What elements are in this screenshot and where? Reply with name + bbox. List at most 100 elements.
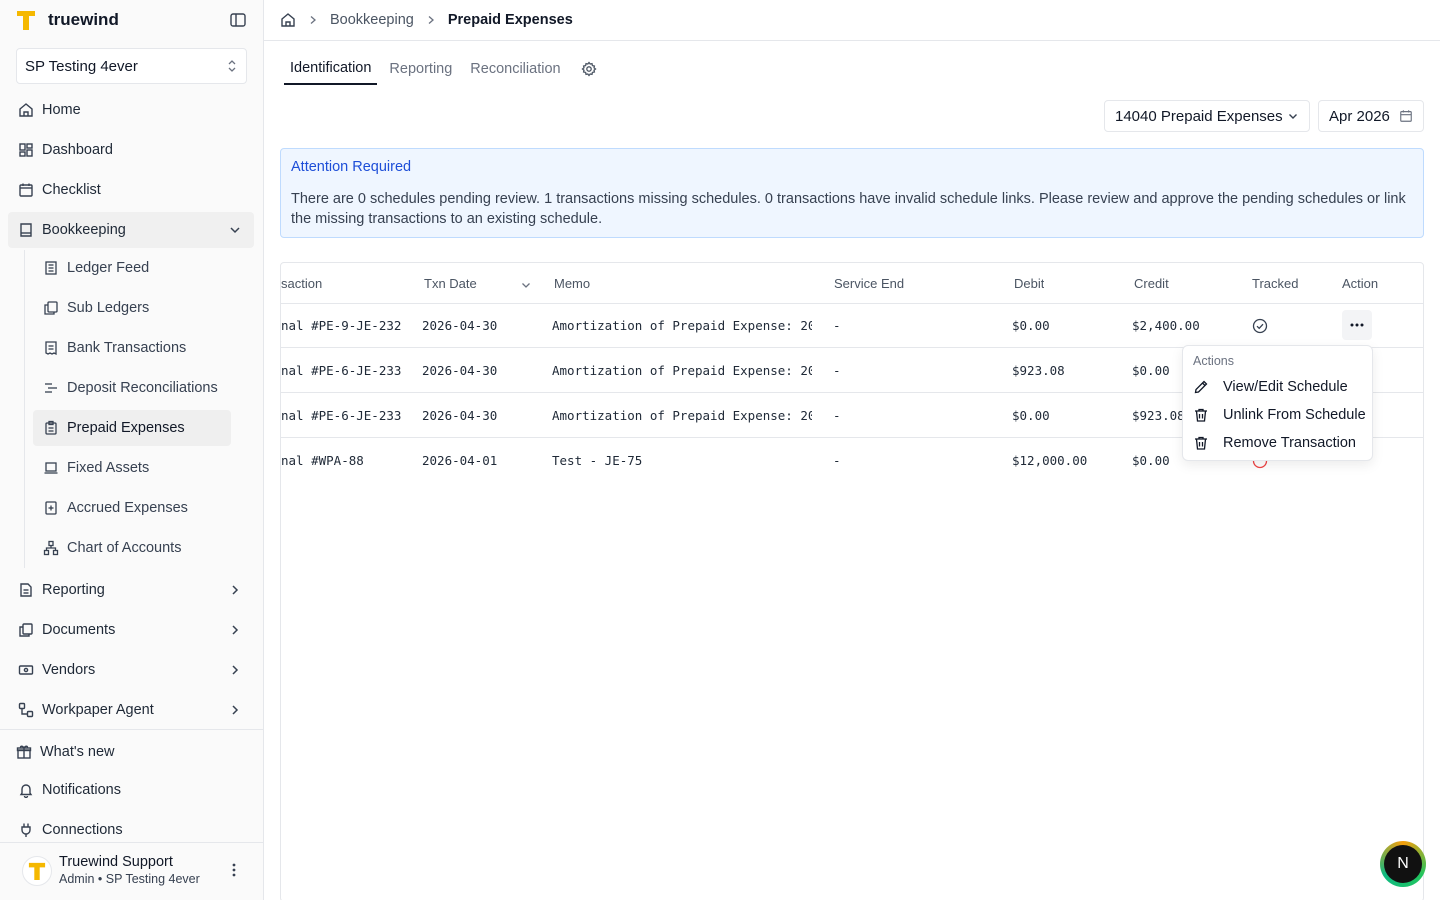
nav-documents[interactable]: Documents [8, 612, 254, 648]
brand-name: truewind [48, 10, 119, 29]
cell-transaction[interactable]: nal #PE-6-JE-233 [281, 408, 411, 423]
column-header-service-end[interactable]: Service End [834, 276, 904, 291]
assistant-launcher-button[interactable]: N [1380, 841, 1426, 887]
bell-icon [18, 782, 34, 798]
nav-connections-label: Connections [42, 822, 123, 838]
account-select-value: 14040 Prepaid Expenses [1115, 107, 1283, 125]
trash-icon [1195, 408, 1207, 422]
home-icon [18, 102, 34, 118]
subnav-guide-line [24, 250, 25, 568]
nav-vendors-label: Vendors [42, 662, 96, 678]
menu-item-remove-label: Remove Transaction [1223, 435, 1356, 451]
cell-transaction[interactable]: nal #PE-6-JE-233 [281, 363, 411, 378]
cell-credit: $923.08 [1132, 408, 1185, 423]
cell-txn-date: 2026-04-01 [422, 453, 498, 468]
cell-debit: $12,000.00 [1012, 453, 1088, 468]
nav-workpaper-agent[interactable]: Workpaper Agent [8, 692, 254, 728]
subnav-sub-ledgers-label: Sub Ledgers [67, 300, 150, 316]
cell-debit: $0.00 [1012, 408, 1050, 423]
gear-icon[interactable] [581, 61, 597, 77]
period-picker-value: Apr 2026 [1329, 107, 1390, 125]
nav-reporting[interactable]: Reporting [8, 572, 254, 608]
chevron-right-icon [232, 705, 239, 715]
workflow-icon [18, 702, 34, 718]
sidebar-toggle-icon[interactable] [229, 11, 247, 29]
workspace-name: SP Testing 4ever [25, 57, 138, 75]
chevron-right-icon [310, 16, 316, 24]
nav-vendors[interactable]: Vendors [8, 652, 254, 688]
cell-transaction[interactable]: nal #PE-9-JE-232 [281, 318, 411, 333]
assistant-logo: N [1384, 845, 1422, 883]
tab-bar: Identification Reporting Reconciliation [284, 53, 597, 85]
cell-txn-date: 2026-04-30 [422, 408, 498, 423]
reconcile-icon [45, 383, 57, 393]
cell-memo: Amortization of Prepaid Expense: 2026-04… [552, 408, 812, 423]
column-header-credit[interactable]: Credit [1134, 276, 1169, 291]
subnav-fixed-assets[interactable]: Fixed Assets [33, 450, 231, 486]
nav-notifications[interactable]: Notifications [8, 772, 254, 808]
nav-bookkeeping[interactable]: Bookkeeping [8, 212, 254, 248]
menu-item-unlink-label: Unlink From Schedule [1223, 407, 1366, 423]
cell-service-end: - [833, 453, 841, 468]
nav-whats-new[interactable]: What's new [6, 734, 252, 770]
subnav-accrued-expenses[interactable]: Accrued Expenses [33, 490, 231, 526]
chevron-up-down-icon [228, 60, 236, 72]
chevron-down-icon [1289, 114, 1297, 119]
workspace-switcher[interactable]: SP Testing 4ever [16, 48, 247, 84]
ledger-icon [45, 261, 57, 275]
subnav-sub-ledgers[interactable]: Sub Ledgers [33, 290, 231, 326]
breadcrumb-parent[interactable]: Bookkeeping [330, 12, 414, 28]
column-header-memo[interactable]: Memo [554, 276, 590, 291]
alert-body: There are 0 schedules pending review. 1 … [291, 191, 1406, 227]
subnav-chart-of-accounts[interactable]: Chart of Accounts [33, 530, 231, 566]
tab-reporting[interactable]: Reporting [383, 53, 458, 85]
subnav-bank-transactions[interactable]: Bank Transactions [33, 330, 231, 366]
file-plus-icon [45, 501, 57, 515]
cell-debit: $923.08 [1012, 363, 1065, 378]
column-header-transaction[interactable]: saction [281, 276, 322, 291]
trash-icon [1195, 436, 1207, 450]
tab-identification[interactable]: Identification [284, 53, 378, 85]
sort-chevron-down-icon[interactable] [520, 279, 532, 291]
chevron-right-icon [232, 665, 239, 675]
subnav-fixed-assets-label: Fixed Assets [67, 460, 150, 476]
subnav-ledger-feed[interactable]: Ledger Feed [33, 250, 231, 286]
tab-reconciliation[interactable]: Reconciliation [464, 53, 566, 85]
column-header-action: Action [1342, 276, 1379, 291]
cell-txn-date: 2026-04-30 [422, 318, 498, 333]
home-icon[interactable] [280, 12, 296, 28]
column-header-debit[interactable]: Debit [1014, 276, 1044, 291]
truewind-logo-icon [17, 11, 35, 30]
chevron-down-icon [230, 227, 240, 234]
calendar-icon [1400, 110, 1412, 122]
calendar-check-icon [18, 182, 34, 198]
nav-notifications-label: Notifications [42, 782, 121, 798]
nav-checklist[interactable]: Checklist [8, 172, 254, 208]
cell-memo: Test - JE-75 [552, 453, 643, 468]
alert-title: Attention Required [291, 159, 412, 175]
book-icon [18, 222, 34, 238]
cell-transaction[interactable]: nal #WPA-88 [281, 453, 411, 468]
column-header-txn-date[interactable]: Txn Date [424, 276, 477, 291]
account-select[interactable]: 14040 Prepaid Expenses [1104, 100, 1310, 132]
laptop-icon [44, 462, 58, 474]
period-picker[interactable]: Apr 2026 [1318, 100, 1424, 132]
row-actions-button[interactable] [1342, 310, 1372, 340]
subnav-deposit-reconciliations[interactable]: Deposit Reconciliations [33, 370, 231, 406]
menu-item-view-edit-schedule[interactable]: View/Edit Schedule [1193, 375, 1348, 399]
dashboard-icon [18, 142, 34, 158]
more-vertical-icon[interactable] [226, 862, 242, 878]
brand[interactable]: truewind [16, 8, 119, 32]
menu-item-unlink-from-schedule[interactable]: Unlink From Schedule [1193, 403, 1366, 427]
nav-whats-new-label: What's new [40, 744, 115, 760]
subnav-prepaid-expenses[interactable]: Prepaid Expenses [33, 410, 231, 446]
nav-home[interactable]: Home [8, 92, 254, 128]
plug-icon [18, 822, 34, 838]
nav-documents-label: Documents [42, 622, 116, 638]
nav-dashboard[interactable]: Dashboard [8, 132, 254, 168]
cell-service-end: - [833, 318, 841, 333]
pencil-icon [1194, 380, 1208, 394]
cell-service-end: - [833, 363, 841, 378]
menu-item-remove-transaction[interactable]: Remove Transaction [1193, 431, 1356, 455]
user-profile[interactable]: Truewind Support Admin • SP Testing 4eve… [22, 854, 200, 888]
